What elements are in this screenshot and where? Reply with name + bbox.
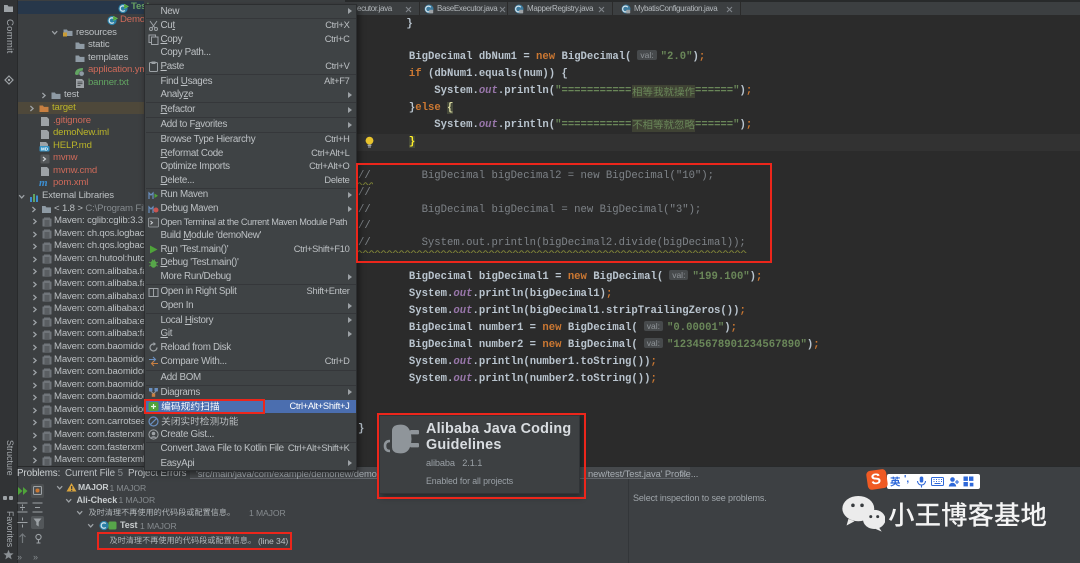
- svg-text:MD: MD: [41, 147, 49, 152]
